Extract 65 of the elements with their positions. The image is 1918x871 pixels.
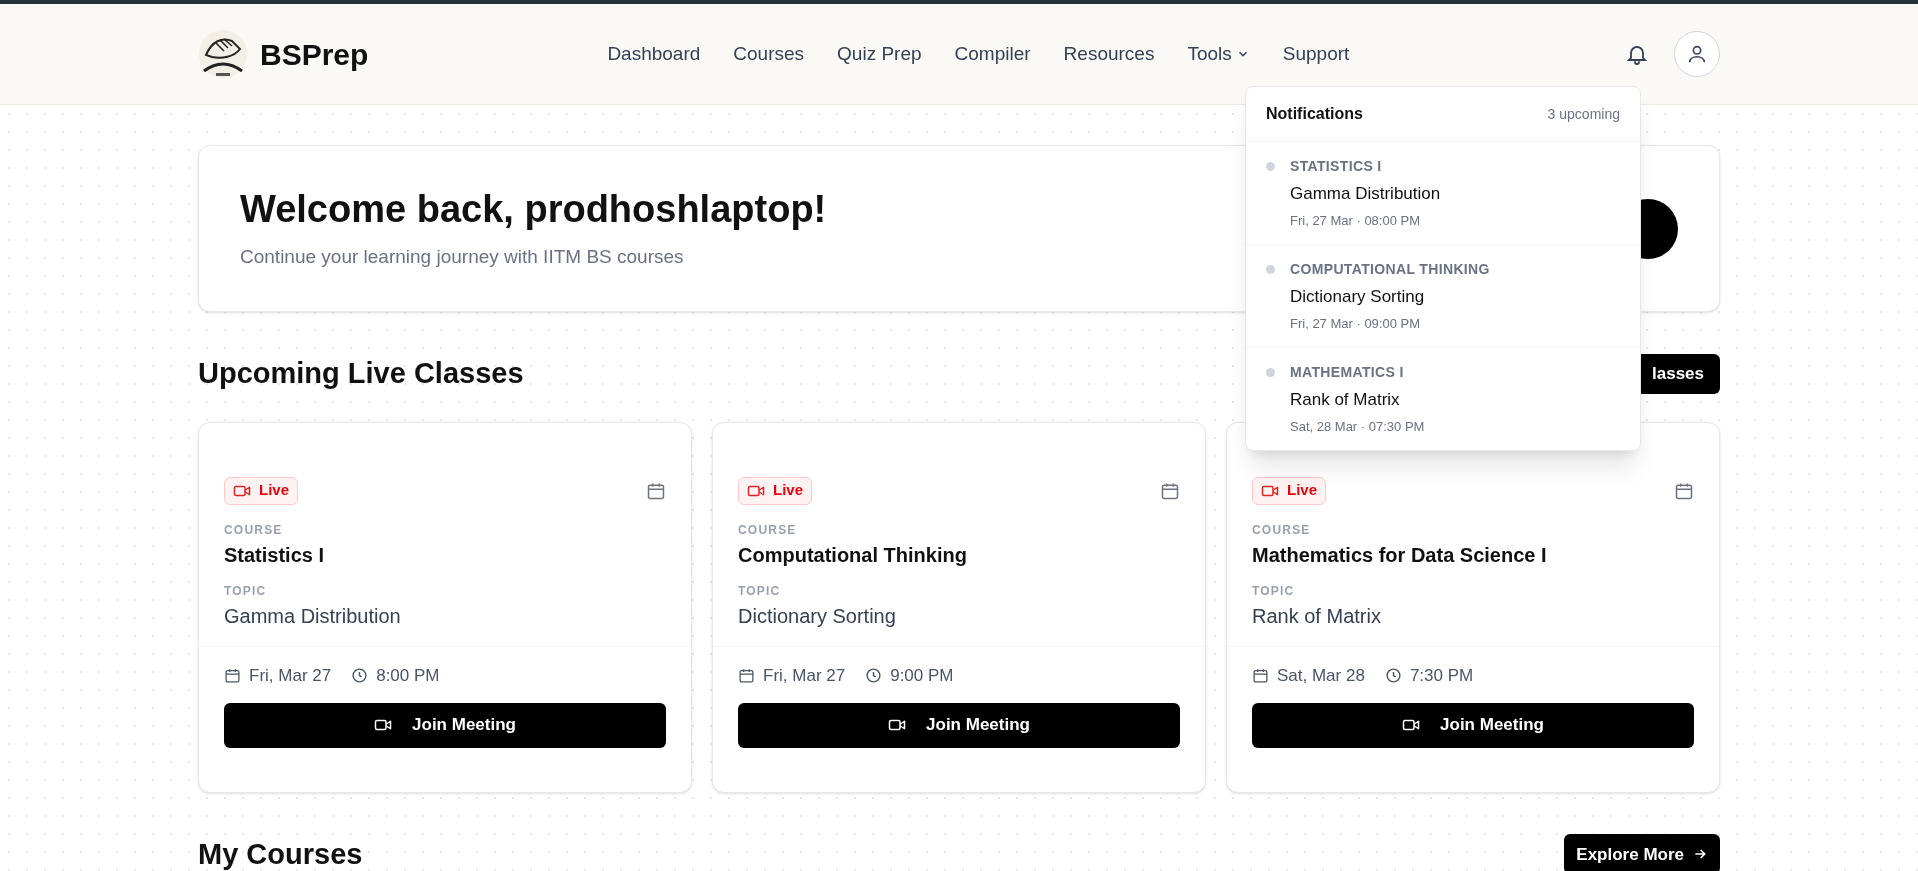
notification-topic: Rank of Matrix <box>1290 389 1401 411</box>
topic-name: Dictionary Sorting <box>738 603 897 629</box>
class-date: Sat, Mar 28 <box>1277 665 1365 687</box>
notification-item[interactable]: COMPUTATIONAL THINKING Dictionary Sorting Fri, 27 Mar · 09:00 PM <box>1246 245 1640 348</box>
nav-link[interactable]: Tools <box>1187 39 1250 69</box>
course-name: Statistics I <box>224 542 326 568</box>
nav-link[interactable]: Quiz Prep <box>837 39 922 69</box>
topic-name: Gamma Distribution <box>224 603 402 629</box>
welcome-heading: Welcome back, prodhoshlaptop! <box>240 186 827 232</box>
nav-link[interactable]: Compiler <box>954 39 1031 69</box>
notification-topic: Gamma Distribution <box>1290 183 1441 205</box>
video-camera-icon <box>747 483 765 498</box>
section-heading: Upcoming Live Classes <box>198 356 524 391</box>
calendar-icon <box>1252 667 1269 685</box>
class-date: Fri, Mar 27 <box>763 665 846 687</box>
class-time: 9:00 PM <box>890 665 954 687</box>
nav-link[interactable]: Courses <box>733 39 805 69</box>
class-date: Fri, Mar 27 <box>249 665 332 687</box>
upcoming-count: 3 upcoming <box>1547 104 1620 124</box>
field-label: TOPIC <box>738 582 782 600</box>
notification-course: MATHEMATICS I <box>1290 363 1405 382</box>
field-label: TOPIC <box>224 582 268 600</box>
join-meeting-button[interactable]: Join Meeting <box>224 702 666 748</box>
calendar-icon <box>738 667 755 685</box>
nav-link[interactable]: Resources <box>1063 39 1155 69</box>
topic-name: Rank of Matrix <box>1252 603 1382 629</box>
field-label: TOPIC <box>1252 582 1296 600</box>
course-name: Computational Thinking <box>738 542 968 568</box>
field-label: COURSE <box>1252 521 1312 539</box>
notification-time: Fri, 27 Mar · 09:00 PM <box>1290 314 1422 333</box>
notification-topic: Dictionary Sorting <box>1290 286 1426 308</box>
brand-name[interactable]: BSPrep <box>260 31 369 77</box>
section-heading: My Courses <box>198 836 363 871</box>
video-camera-icon <box>233 483 251 498</box>
video-camera-icon <box>888 718 907 732</box>
video-camera-icon <box>1261 483 1279 498</box>
clock-icon <box>351 667 369 685</box>
handshake-logo-icon <box>198 27 248 81</box>
welcome-subtitle: Continue your learning journey with IITM BS courses <box>240 245 685 269</box>
calendar-icon <box>224 667 241 685</box>
live-badge: Live <box>224 476 298 505</box>
user-icon <box>1686 43 1708 65</box>
clock-icon <box>1384 667 1402 685</box>
notification-course: STATISTICS I <box>1290 157 1383 176</box>
explore-more-button[interactable]: Explore More <box>1564 834 1720 871</box>
video-camera-icon <box>1402 718 1421 732</box>
video-camera-icon <box>374 718 393 732</box>
field-label: COURSE <box>738 521 798 539</box>
notification-item[interactable]: STATISTICS I Gamma Distribution Fri, 27 Mar · 08:00 PM <box>1246 142 1640 245</box>
class-time: 7:30 PM <box>1409 665 1474 687</box>
nav-link[interactable]: Dashboard <box>607 39 701 69</box>
nav-link[interactable]: Support <box>1282 39 1350 69</box>
join-meeting-button[interactable]: Join Meeting <box>1252 702 1694 748</box>
clock-icon <box>865 667 883 685</box>
notification-time: Fri, 27 Mar · 08:00 PM <box>1290 211 1422 230</box>
class-time: 8:00 PM <box>376 665 440 687</box>
course-name: Mathematics for Data Science I <box>1252 542 1548 568</box>
field-label: COURSE <box>224 521 284 539</box>
live-badge: Live <box>1252 476 1326 505</box>
profile-avatar-button[interactable] <box>1674 31 1720 77</box>
join-meeting-button[interactable]: Join Meeting <box>738 702 1180 748</box>
live-badge: Live <box>738 476 812 505</box>
notification-course: COMPUTATIONAL THINKING <box>1290 260 1490 279</box>
dropdown-title: Notifications <box>1266 104 1363 124</box>
notification-time: Sat, 28 Mar · 07:30 PM <box>1290 417 1425 436</box>
